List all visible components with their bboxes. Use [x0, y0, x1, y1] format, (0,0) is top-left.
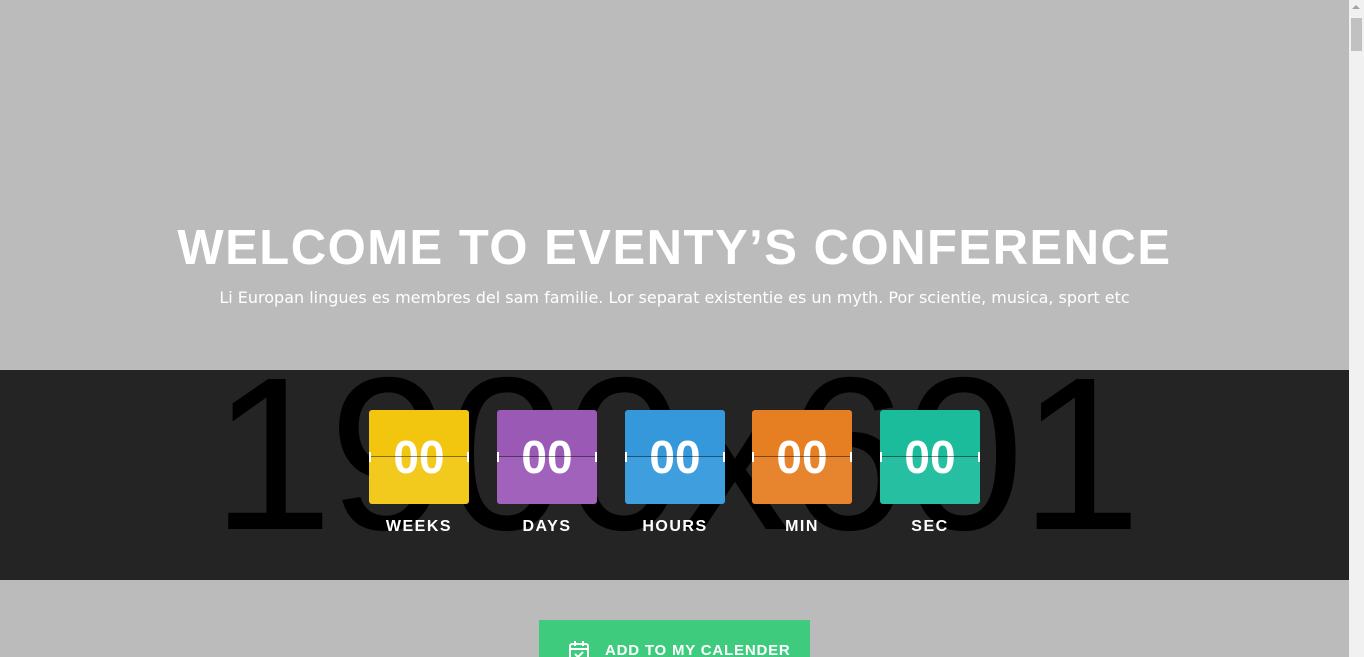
countdown-days: 00 DAYS — [497, 410, 597, 537]
countdown-days-label: DAYS — [522, 518, 572, 535]
countdown-section: 1900x601 00 WEEKS 00 DAYS — [0, 370, 1349, 580]
countdown-min: 00 MIN — [752, 410, 852, 537]
countdown-weeks-value: 00 — [393, 431, 445, 483]
calendar-check-icon — [569, 641, 589, 657]
flip-divider — [752, 456, 852, 457]
countdown-days-value: 00 — [521, 431, 573, 483]
countdown-sec: 00 SEC — [880, 410, 980, 537]
countdown-sec-label: SEC — [911, 518, 949, 535]
countdown-min-value: 00 — [776, 431, 828, 483]
countdown-min-label: MIN — [785, 518, 819, 535]
hero-title: WELCOME TO EVENTY’S CONFERENCE — [177, 221, 1172, 275]
countdown-hours-value: 00 — [649, 431, 701, 483]
flip-divider — [625, 456, 725, 457]
countdown-weeks-label: WEEKS — [385, 518, 453, 535]
add-to-calendar-label: ADD TO MY CALENDER — [605, 642, 791, 657]
countdown-hours: 00 HOURS — [625, 410, 725, 537]
countdown-hours-label: HOURS — [642, 518, 708, 535]
scrollbar-thumb[interactable] — [1351, 18, 1362, 51]
vertical-scrollbar[interactable] — [1349, 0, 1364, 657]
countdown-tile-days: 00 — [497, 410, 597, 504]
hero-section: WELCOME TO EVENTY’S CONFERENCE Li Europa… — [0, 0, 1349, 370]
hero-subtitle: Li Europan lingues es membres del sam fa… — [219, 288, 1130, 307]
flip-divider — [369, 456, 469, 457]
flip-divider — [497, 456, 597, 457]
countdown-weeks: 00 WEEKS — [369, 410, 469, 537]
page: WELCOME TO EVENTY’S CONFERENCE Li Europa… — [0, 0, 1364, 657]
flip-divider — [880, 456, 980, 457]
countdown-tile-min: 00 — [752, 410, 852, 504]
countdown-tile-hours: 00 — [625, 410, 725, 504]
add-to-calendar-button[interactable]: ADD TO MY CALENDER — [539, 620, 810, 657]
cta-section: ADD TO MY CALENDER — [0, 580, 1349, 657]
countdown-tile-sec: 00 — [880, 410, 980, 504]
countdown-sec-value: 00 — [904, 431, 956, 483]
countdown-tile-weeks: 00 — [369, 410, 469, 504]
scroll-up-arrow-icon[interactable] — [1352, 5, 1360, 9]
